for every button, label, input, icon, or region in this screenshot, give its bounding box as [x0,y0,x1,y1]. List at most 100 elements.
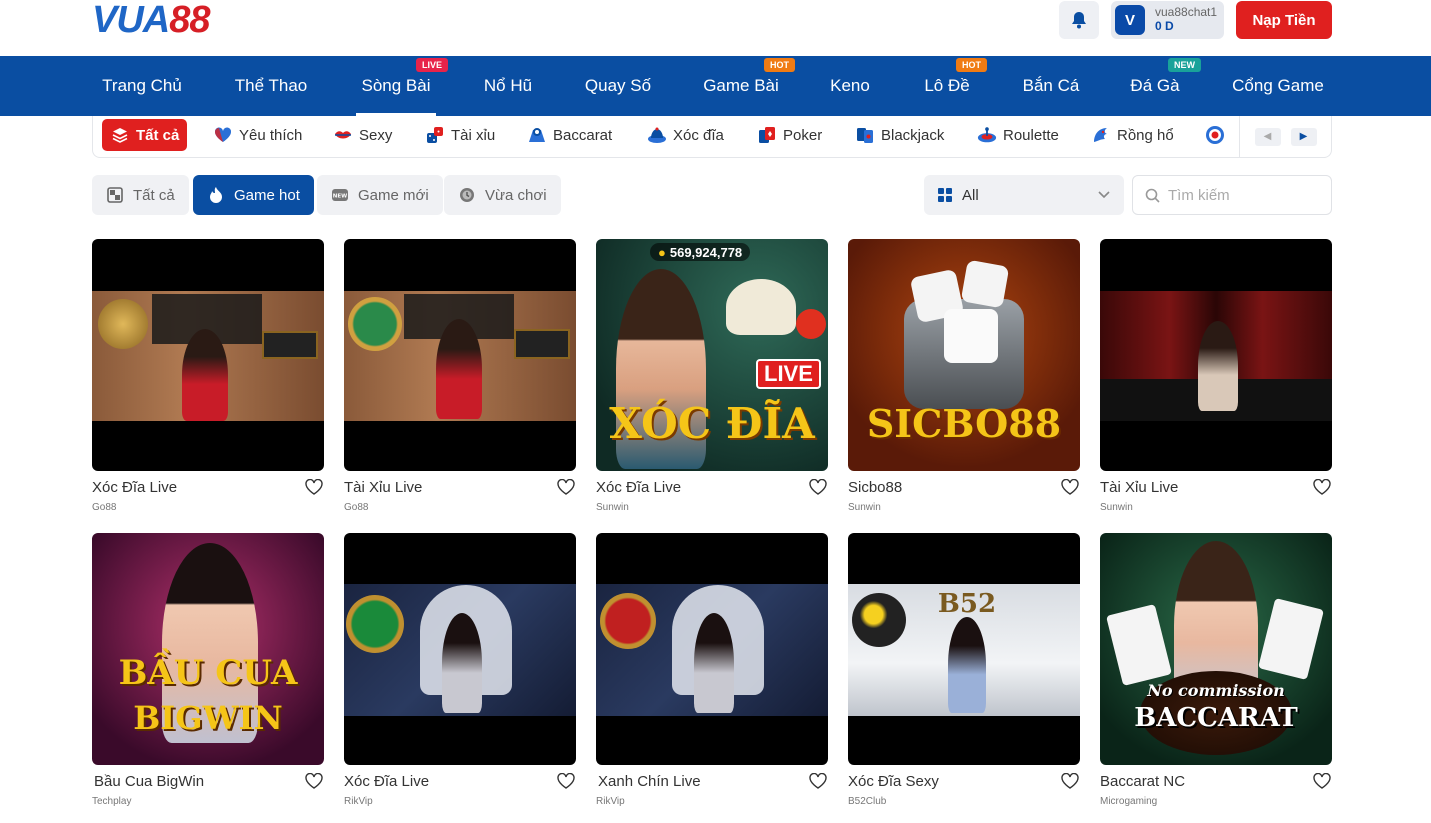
category-all[interactable]: Tất cả [102,119,188,151]
favorite-button[interactable] [808,771,828,791]
nav-item-casino[interactable]: LIVE Sòng Bài [356,56,449,116]
game-title: Sicbo88 [848,479,903,496]
favorite-button[interactable] [556,771,576,791]
user-account[interactable]: V vua88chat1 0 D [1111,1,1224,39]
category-blackjack[interactable]: Blackjack [855,119,944,151]
nav-item-card-games[interactable]: HOT Game Bài [698,56,795,116]
playing-card-graphic [1258,598,1324,680]
game-card[interactable]: B52 Xóc Đĩa Sexy B52Club [848,533,1080,823]
notification-button[interactable] [1059,1,1099,39]
scoreboard-graphic [262,331,318,359]
heart-outline-icon [1313,773,1331,789]
category-label: Tất cả [136,126,180,144]
game-card[interactable]: Xóc Đĩa Live RikVip [344,533,576,823]
nav-item-lottery[interactable]: Quay Số [578,56,658,116]
hot-badge: HOT [956,58,987,72]
scroll-left-button[interactable]: ◀ [1254,127,1281,146]
game-thumbnail[interactable]: BẦU CUA BIGWIN [92,533,324,765]
deposit-button[interactable]: Nạp Tiền [1236,1,1332,39]
filter-new-button[interactable]: NEW Game mới [317,175,443,215]
nav-item-game-portal[interactable]: Cổng Game [1222,56,1334,116]
nav-label: Bắn Cá [1022,76,1080,95]
favorite-button[interactable] [1312,477,1332,497]
favorite-button[interactable] [304,771,324,791]
grid-square-icon [106,186,124,204]
balance: 0 D [1155,19,1174,33]
game-card[interactable]: BẦU CUA BIGWIN Bầu Cua BigWin Techplay [92,533,324,823]
game-title: Tài Xỉu Live [344,479,423,496]
scroll-right-button[interactable]: ▶ [1290,127,1317,146]
filter-hot-button[interactable]: Game hot [193,175,314,215]
category-poker[interactable]: Poker [757,119,822,151]
favorite-button[interactable] [556,477,576,497]
favorite-button[interactable] [304,477,324,497]
heart-outline-icon [557,479,575,495]
game-card[interactable]: ● 569,924,778 LIVE XÓC ĐĨA Xóc Đĩa Live S… [596,239,828,529]
nav-item-slots[interactable]: Nổ Hũ [472,56,544,116]
game-thumbnail[interactable]: B52 [848,533,1080,765]
game-provider: Go88 [344,502,369,513]
game-card[interactable]: Xanh Chín Live RikVip [596,533,828,823]
clock-icon [458,186,476,204]
favorite-button[interactable] [1312,771,1332,791]
search-input[interactable] [1168,186,1318,204]
game-thumbnail[interactable]: No commission BACCARAT [1100,533,1332,765]
category-xoc-dia[interactable]: Xóc đĩa [647,119,724,151]
nav-label: Sòng Bài [361,76,431,95]
game-card[interactable]: Xóc Đĩa Live Go88 [92,239,324,529]
game-thumbnail[interactable] [344,533,576,765]
game-thumbnail[interactable] [1100,239,1332,471]
game-provider: Sunwin [848,502,881,513]
baccarat-icon [527,125,547,145]
category-favorites[interactable]: Yêu thích [213,119,302,151]
bell-icon [1072,12,1086,29]
nav-item-fishing[interactable]: Bắn Cá [1016,56,1086,116]
game-thumbnail[interactable] [596,533,828,765]
live-tag: LIVE [756,359,821,389]
nav-item-home[interactable]: Trang Chủ [92,56,192,116]
category-more[interactable] [1205,119,1231,151]
game-art-subtitle: No commission [1147,681,1285,700]
provider-select[interactable]: All [924,175,1124,215]
xoc-dia-icon [647,125,667,145]
heart-icon [213,125,233,145]
nav-item-cockfight[interactable]: NEW Đá Gà [1124,56,1201,116]
heart-outline-icon [809,479,827,495]
game-card[interactable]: Tài Xỉu Live Sunwin [1100,239,1332,529]
category-sexy[interactable]: Sexy [333,119,392,151]
scoreboard-graphic [514,329,570,359]
game-card[interactable]: SICBO88 Sicbo88 Sunwin [848,239,1080,529]
category-label: Yêu thích [239,126,303,144]
game-card[interactable]: Tài Xỉu Live Go88 [344,239,576,529]
favorite-button[interactable] [1060,771,1080,791]
red-chip-graphic [796,309,826,339]
nav-item-lo-de[interactable]: HOT Lô Đề [916,56,987,116]
nav-item-keno[interactable]: Keno [822,56,878,116]
dealer-figure [182,329,228,421]
game-thumbnail[interactable] [92,239,324,471]
game-thumbnail[interactable]: ● 569,924,778 LIVE XÓC ĐĨA [596,239,828,471]
game-provider: Sunwin [1100,502,1133,513]
site-logo[interactable]: VUA 88 [92,0,211,41]
filter-recent-button[interactable]: Vừa chơi [444,175,561,215]
filter-all-button[interactable]: Tất cả [92,175,189,215]
category-tai-xiu[interactable]: Tài xỉu [425,119,495,151]
game-thumbnail[interactable]: SICBO88 [848,239,1080,471]
svg-text:NEW: NEW [333,194,347,200]
game-title: Xanh Chín Live [598,773,701,790]
game-card[interactable]: No commission BACCARAT Baccarat NC Micro… [1100,533,1332,823]
category-label: Roulette [1003,126,1059,144]
nav-label: Thể Thao [234,76,308,95]
game-thumbnail[interactable] [344,239,576,471]
provider-select-value: All [962,186,979,204]
main-nav: Trang Chủ Thể Thao LIVE Sòng Bài Nổ Hũ Qu… [0,56,1431,116]
heart-outline-icon [809,773,827,789]
category-baccarat[interactable]: Baccarat [527,119,612,151]
category-roulette[interactable]: Roulette [977,119,1059,151]
live-badge: LIVE [416,58,449,72]
category-dragon-tiger[interactable]: Rồng hổ [1091,119,1174,151]
favorite-button[interactable] [808,477,828,497]
nav-item-sports[interactable]: Thể Thao [221,56,321,116]
dice-icon [425,125,445,145]
favorite-button[interactable] [1060,477,1080,497]
